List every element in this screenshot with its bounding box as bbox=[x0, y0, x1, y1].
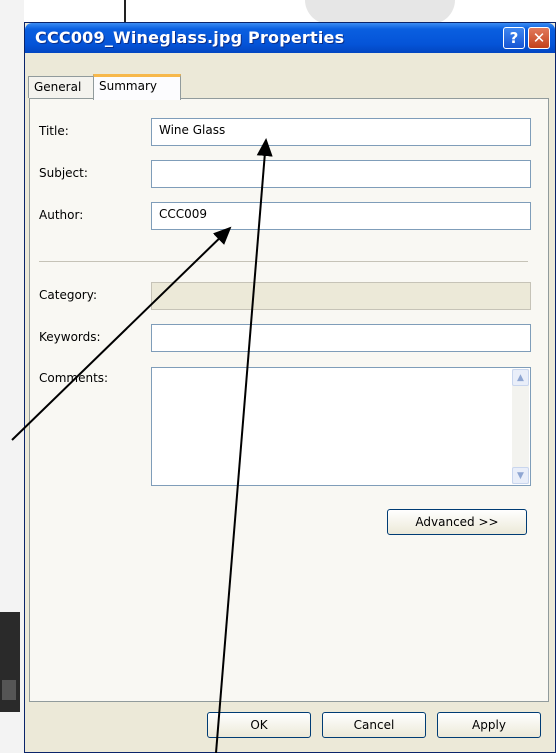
scroll-up-icon[interactable]: ▲ bbox=[512, 369, 529, 386]
author-label: Author: bbox=[39, 208, 84, 222]
summary-panel: Title: Wine Glass Subject: Author: CCC00… bbox=[29, 98, 549, 702]
title-label: Title: bbox=[39, 124, 69, 138]
subject-field[interactable] bbox=[151, 160, 531, 188]
advanced-button[interactable]: Advanced >> bbox=[387, 509, 527, 535]
comments-scrollbar[interactable]: ▲ ▼ bbox=[512, 369, 529, 484]
cancel-button[interactable]: Cancel bbox=[322, 712, 426, 738]
title-bar[interactable]: CCC009_Wineglass.jpg Properties ? ✕ bbox=[25, 23, 555, 53]
category-label: Category: bbox=[39, 288, 97, 302]
comments-label: Comments: bbox=[39, 371, 109, 385]
divider bbox=[39, 261, 528, 262]
tab-summary[interactable]: Summary bbox=[93, 74, 181, 100]
window-title: CCC009_Wineglass.jpg Properties bbox=[35, 28, 345, 47]
keywords-field[interactable] bbox=[151, 324, 531, 352]
subject-label: Subject: bbox=[39, 166, 88, 180]
title-field[interactable]: Wine Glass bbox=[151, 118, 531, 146]
ok-button[interactable]: OK bbox=[207, 712, 311, 738]
category-field bbox=[151, 282, 531, 310]
keywords-label: Keywords: bbox=[39, 330, 101, 344]
properties-dialog: CCC009_Wineglass.jpg Properties ? ✕ Gene… bbox=[24, 22, 556, 753]
background-line bbox=[124, 0, 126, 22]
comments-field[interactable]: ▲ ▼ bbox=[151, 367, 531, 486]
help-icon[interactable]: ? bbox=[503, 27, 525, 49]
author-field[interactable]: CCC009 bbox=[151, 202, 531, 230]
background-glass bbox=[305, 0, 455, 24]
background-photo-detail bbox=[2, 680, 16, 700]
tab-general[interactable]: General bbox=[28, 76, 94, 98]
apply-button[interactable]: Apply bbox=[437, 712, 541, 738]
scroll-down-icon[interactable]: ▼ bbox=[512, 467, 529, 484]
close-icon[interactable]: ✕ bbox=[528, 27, 550, 49]
